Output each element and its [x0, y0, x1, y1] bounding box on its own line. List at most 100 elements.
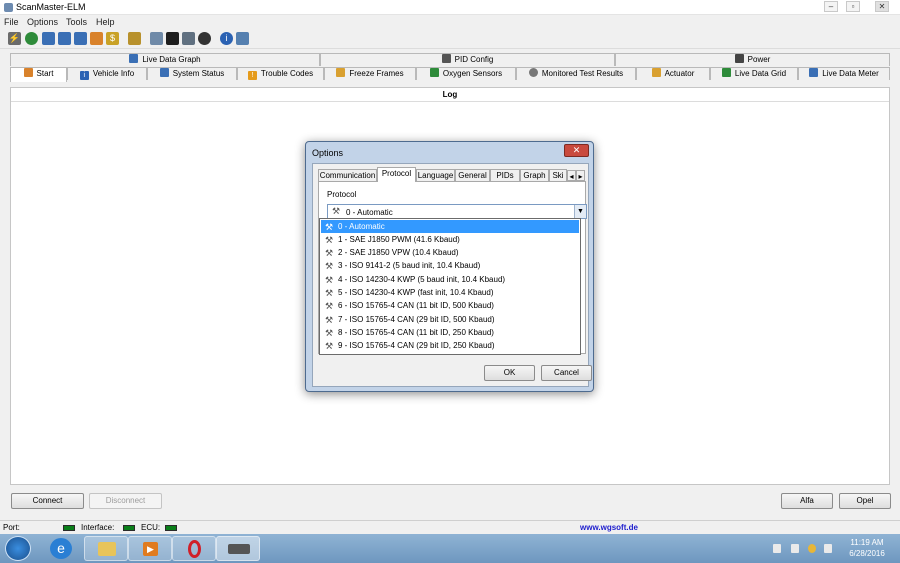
close-button[interactable]: ✕ [875, 1, 889, 12]
gear-icon [528, 68, 538, 77]
tab-pid-config[interactable]: PID Config [320, 53, 615, 66]
tab-live-data-graph[interactable]: Live Data Graph [10, 53, 320, 66]
tab-label: Oxygen Sensors [442, 69, 503, 78]
internet-explorer-icon[interactable]: e [50, 538, 72, 559]
menu-file[interactable]: File [4, 17, 19, 27]
globe-icon[interactable] [25, 32, 38, 45]
tab-system-status[interactable]: System Status [147, 67, 237, 80]
tab-start[interactable]: Start [10, 67, 67, 82]
option-label: 9 - ISO 15765-4 CAN (29 bit ID, 250 Kbau… [338, 341, 495, 350]
terminal-icon[interactable] [166, 32, 179, 45]
device-icon[interactable] [773, 544, 781, 553]
menu-options[interactable]: Options [27, 17, 58, 27]
interface-led [123, 525, 135, 531]
tab-scroll-left-icon[interactable]: ◂ [567, 170, 576, 181]
website-link[interactable]: www.wgsoft.de [580, 523, 638, 532]
option-label: 1 - SAE J1850 PWM (41.6 Kbaud) [338, 235, 460, 244]
graph-icon [129, 54, 139, 63]
folder-icon [98, 542, 116, 556]
minimize-button[interactable]: – [824, 1, 838, 12]
chevron-down-icon[interactable]: ▼ [574, 205, 586, 218]
chip-icon [228, 544, 250, 554]
tab-label: Freeze Frames [349, 69, 404, 78]
tab-scroll-right-icon[interactable]: ▸ [576, 170, 585, 181]
record-icon[interactable] [198, 32, 211, 45]
tab-live-data-meter[interactable]: Live Data Meter [798, 67, 890, 80]
table-icon[interactable] [58, 32, 71, 45]
tab-row-top: Live Data Graph PID Config Power [0, 53, 900, 66]
window-title: ScanMaster-ELM [16, 2, 86, 12]
option-label: 5 - ISO 14230-4 KWP (fast init, 10.4 Kba… [338, 288, 494, 297]
dialog-title: Options [312, 148, 344, 158]
action-center-icon[interactable] [808, 544, 816, 553]
protocol-option-8[interactable]: ⚒ 8 - ISO 15765-4 CAN (11 bit ID, 250 Kba… [321, 326, 579, 339]
toolbar: ⚡ $ i [0, 29, 900, 49]
config-icon [441, 54, 451, 63]
about-icon[interactable] [236, 32, 249, 45]
start-orb-icon[interactable] [5, 536, 31, 561]
disconnect-button: Disconnect [89, 493, 162, 509]
protocol-option-2[interactable]: ⚒ 2 - SAE J1850 VPW (10.4 Kbaud) [321, 246, 579, 259]
protocol-dropdown[interactable]: ⚒ 0 - Automatic ▼ [327, 204, 587, 219]
menu-bar: File Options Tools Help [0, 15, 900, 29]
cancel-button[interactable]: Cancel [541, 365, 592, 381]
tab-label: Vehicle Info [92, 69, 135, 78]
opera-taskbar-icon[interactable] [172, 536, 216, 561]
explorer-taskbar-icon[interactable] [84, 536, 128, 561]
option-label: 0 - Automatic [338, 222, 385, 231]
maximize-button[interactable]: ▫ [846, 1, 860, 12]
scanmaster-taskbar-icon[interactable] [216, 536, 260, 561]
option-label: 2 - SAE J1850 VPW (10.4 Kbaud) [338, 248, 459, 257]
tab-actuator[interactable]: Actuator [636, 67, 710, 80]
protocol-option-1[interactable]: ⚒ 1 - SAE J1850 PWM (41.6 Kbaud) [321, 233, 579, 246]
wrench-icon: ⚒ [325, 261, 334, 271]
menu-tools[interactable]: Tools [66, 17, 87, 27]
tab-monitored-test-results[interactable]: Monitored Test Results [516, 67, 636, 80]
protocol-option-4[interactable]: ⚒ 4 - ISO 14230-4 KWP (5 baud init, 10.4 … [321, 273, 579, 286]
ok-button[interactable]: OK [484, 365, 535, 381]
protocol-option-3[interactable]: ⚒ 3 - ISO 9141-2 (5 baud init, 10.4 Kbaud… [321, 259, 579, 272]
wrench-icon: ⚒ [325, 301, 334, 311]
play-icon: ▶ [143, 542, 158, 556]
warning-icon: ! [247, 71, 257, 80]
dialog-close-button[interactable]: ✕ [564, 144, 589, 157]
tab-freeze-frames[interactable]: Freeze Frames [324, 67, 416, 80]
message-icon[interactable] [150, 32, 163, 45]
protocol-option-7[interactable]: ⚒ 7 - ISO 15765-4 CAN (29 bit ID, 500 Kba… [321, 313, 579, 326]
option-label: 8 - ISO 15765-4 CAN (11 bit ID, 250 Kbau… [338, 328, 494, 337]
graph-icon[interactable] [90, 32, 103, 45]
chart-icon[interactable] [74, 32, 87, 45]
tab-live-data-grid[interactable]: Live Data Grid [710, 67, 798, 80]
tab-label: Power [747, 55, 771, 64]
tab-power[interactable]: Power [615, 53, 890, 66]
network-icon[interactable] [824, 544, 832, 553]
tab-vehicle-info[interactable]: i Vehicle Info [67, 67, 147, 80]
clipboard-icon[interactable] [128, 32, 141, 45]
media-player-taskbar-icon[interactable]: ▶ [128, 536, 172, 561]
menu-help[interactable]: Help [96, 17, 115, 27]
tab-protocol[interactable]: Protocol [377, 167, 416, 182]
connect-tool-icon[interactable]: ⚡ [8, 32, 21, 45]
taskbar: e ▶ 11:19 AM 6/28/2016 [0, 534, 900, 563]
connect-button[interactable]: Connect [11, 493, 84, 509]
protocol-option-9[interactable]: ⚒ 9 - ISO 15765-4 CAN (29 bit ID, 250 Kba… [321, 339, 579, 352]
monitor-icon[interactable] [182, 32, 195, 45]
opel-button[interactable]: Opel [839, 493, 891, 509]
status-bar: Port: Interface: ECU: www.wgsoft.de [0, 520, 900, 534]
protocol-option-0[interactable]: ⚒ 0 - Automatic [321, 220, 579, 233]
title-bar: ScanMaster-ELM – ▫ ✕ [0, 0, 900, 15]
alfa-button[interactable]: Alfa [781, 493, 833, 509]
speaker-icon[interactable] [791, 544, 799, 553]
system-clock[interactable]: 11:19 AM 6/28/2016 [838, 537, 896, 559]
option-label: 7 - ISO 15765-4 CAN (29 bit ID, 500 Kbau… [338, 315, 495, 324]
protocol-option-6[interactable]: ⚒ 6 - ISO 15765-4 CAN (11 bit ID, 500 Kba… [321, 299, 579, 312]
grid-icon[interactable] [42, 32, 55, 45]
tab-trouble-codes[interactable]: ! Trouble Codes [237, 67, 324, 80]
tab-oxygen-sensors[interactable]: Oxygen Sensors [416, 67, 516, 80]
money-icon[interactable]: $ [106, 32, 119, 45]
protocol-option-5[interactable]: ⚒ 5 - ISO 14230-4 KWP (fast init, 10.4 Kb… [321, 286, 579, 299]
clock-date: 6/28/2016 [849, 549, 885, 558]
protocol-dropdown-list: ⚒ 0 - Automatic ⚒ 1 - SAE J1850 PWM (41.6 … [319, 218, 581, 355]
info-icon[interactable]: i [220, 32, 233, 45]
tab-row-bottom: Start i Vehicle Info System Status ! Troub… [0, 67, 900, 82]
